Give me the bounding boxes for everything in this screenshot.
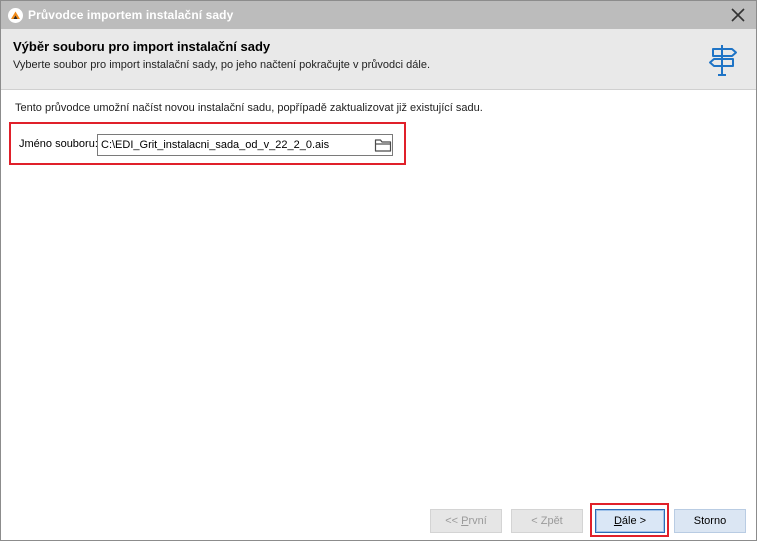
file-name-label: Jméno souboru: (19, 138, 98, 150)
window-title: Průvodce importem instalační sady (28, 8, 234, 22)
close-button[interactable] (726, 4, 750, 26)
first-button-mnemonic: P (461, 515, 469, 527)
file-path-input[interactable] (97, 134, 393, 156)
intro-text: Tento průvodce umožní načíst novou insta… (15, 102, 483, 114)
folder-icon[interactable] (374, 137, 392, 153)
signpost-icon (709, 45, 737, 76)
first-button[interactable]: << První (430, 509, 502, 533)
next-button-rest: ále > (621, 515, 647, 527)
close-icon (731, 8, 745, 22)
first-button-rest: rvní (468, 515, 487, 527)
title-bar: Průvodce importem instalační sady (1, 1, 756, 29)
step-title: Výběr souboru pro import instalační sady (13, 39, 271, 54)
file-selection-row: Jméno souboru: (9, 122, 406, 165)
cancel-button[interactable]: Storno (674, 509, 746, 533)
next-button-mnemonic: D (613, 515, 622, 527)
dialog-window: Průvodce importem instalační sady Výběr … (0, 0, 757, 541)
wizard-header: Výběr souboru pro import instalační sady… (1, 29, 756, 90)
next-button[interactable]: Dále > (595, 509, 665, 533)
first-button-prefix: << (445, 515, 462, 527)
back-button[interactable]: < Zpět (511, 509, 583, 533)
step-subtitle: Vyberte soubor pro import instalační sad… (13, 59, 431, 71)
app-logo-icon (8, 8, 23, 23)
